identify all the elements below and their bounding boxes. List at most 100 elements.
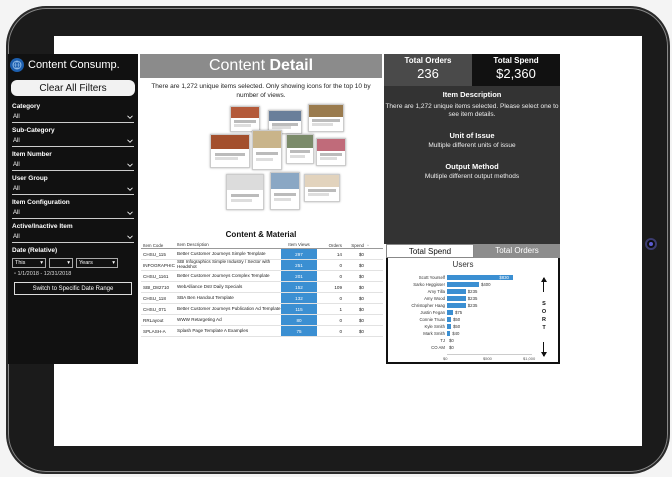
date-count-input[interactable]: ▾ xyxy=(49,258,73,268)
switch-date-range-button[interactable]: Switch to Specific Date Range xyxy=(14,282,132,295)
table-row[interactable]: SBI_D82710 WebAlliance Dstr Daily Special… xyxy=(141,282,383,293)
bar-category-label: Kyle Smith xyxy=(424,324,445,329)
tab-total-spend[interactable]: Total Spend xyxy=(386,244,474,258)
table-row[interactable]: CHSU_115 Better Customer Journeys Simple … xyxy=(141,249,383,260)
unit-of-issue-title: Unit of Issue xyxy=(449,131,495,140)
bar-category-label: Amy Tilla xyxy=(427,289,445,294)
bar[interactable] xyxy=(447,303,466,308)
bar[interactable] xyxy=(447,310,453,315)
bar-category-label: Amy Wood xyxy=(424,296,445,301)
top-item-thumbnails xyxy=(190,104,350,214)
content-material-title: Content & Material xyxy=(225,230,297,239)
chevron-down-icon: ▾ xyxy=(112,260,115,266)
item-details-panel: Item Description There are 1,272 unique … xyxy=(384,86,560,244)
metric-tabs: Total Spend Total Orders xyxy=(386,244,560,258)
item-orders: 0 xyxy=(339,262,342,268)
item-views: 80 xyxy=(281,315,317,325)
bar[interactable] xyxy=(447,282,479,287)
filter-dropdown[interactable]: All xyxy=(12,231,134,243)
item-thumbnail[interactable] xyxy=(210,134,250,168)
table-row[interactable]: RRLayout WWW Retargeting Ad 80 0 $0 xyxy=(141,315,383,326)
item-thumbnail[interactable] xyxy=(316,138,346,166)
table-row[interactable]: CHSU_1161 Better Customer Journeys Comple… xyxy=(141,271,383,282)
sort-up-arrow-icon[interactable] xyxy=(541,277,547,292)
item-thumbnail[interactable] xyxy=(308,104,344,132)
relative-date-controls: This ▾ ▾ Years ▾ xyxy=(8,258,138,268)
bar[interactable] xyxy=(447,296,466,301)
item-thumbnail[interactable] xyxy=(230,106,260,132)
content-material-table: Item Code Item Description Item Views Or… xyxy=(141,240,383,337)
filter-dropdown[interactable]: All xyxy=(12,135,134,147)
col-header[interactable]: Item Description xyxy=(177,243,281,248)
filter-user-group: User Group All xyxy=(8,174,138,195)
item-thumbnail[interactable] xyxy=(226,174,264,210)
item-views: 201 xyxy=(281,271,317,281)
item-description: WWW Retargeting Ad xyxy=(177,316,222,322)
bar-value-label: $75 xyxy=(455,310,463,315)
page-title: Content Detail xyxy=(140,54,382,78)
item-views: 251 xyxy=(281,260,317,270)
item-code: CHSU_118 xyxy=(143,295,166,301)
item-description: Better Customer Journeys Publication Ad … xyxy=(177,305,281,311)
col-header[interactable]: Spend xyxy=(345,243,367,248)
table-row[interactable]: SPLASH-A Splash Page Template A Examples 7… xyxy=(141,326,383,337)
total-orders-card: Total Orders 236 xyxy=(384,54,472,86)
filter-dropdown[interactable]: All xyxy=(12,207,134,219)
sort-letter: O xyxy=(541,309,547,315)
bar[interactable] xyxy=(447,324,451,329)
filter-dropdown[interactable]: All xyxy=(12,183,134,195)
col-header[interactable]: Item Views xyxy=(281,240,317,248)
users-chart-title: Users xyxy=(452,260,474,269)
filter-value: All xyxy=(13,137,20,144)
clear-all-filters-button[interactable]: Clear All Filters xyxy=(11,80,135,96)
bar-category-label: TJ xyxy=(440,338,445,343)
bar-value-label: $40 xyxy=(452,331,460,336)
output-method-title: Output Method xyxy=(445,162,499,171)
date-range-text: ▫ 1/1/2018 - 12/31/2018 xyxy=(8,268,138,277)
date-mode-value: This xyxy=(15,260,26,266)
item-thumbnail[interactable] xyxy=(252,130,282,170)
item-description-title: Item Description xyxy=(442,90,502,99)
item-thumbnail[interactable] xyxy=(304,174,340,202)
chevron-down-icon xyxy=(127,187,133,191)
bar-value-label: $400 xyxy=(481,282,491,287)
item-spend: $0 xyxy=(358,328,364,334)
scrollbar[interactable]: ^ xyxy=(367,243,377,248)
filter-label: Category xyxy=(12,103,41,110)
item-spend: $0 xyxy=(358,251,364,257)
chevron-down-icon: ▾ xyxy=(40,260,43,266)
sort-control[interactable]: SORT xyxy=(540,277,552,357)
col-header[interactable]: Orders xyxy=(317,243,345,248)
item-views: 115 xyxy=(281,304,317,314)
table-row[interactable]: CHSU_118 SBA Ben Handout Template 132 0 $0 xyxy=(141,293,383,304)
tab-total-orders[interactable]: Total Orders xyxy=(474,244,560,258)
bar-value-label: $0 xyxy=(449,338,454,343)
item-code: CHSU_071 xyxy=(143,306,167,312)
sort-down-arrow-icon[interactable] xyxy=(541,342,547,357)
table-row[interactable]: CHSU_071 Better Customer Journeys Publica… xyxy=(141,304,383,315)
item-spend: $0 xyxy=(358,306,364,312)
bar[interactable] xyxy=(447,331,451,336)
bar[interactable] xyxy=(447,317,451,322)
col-header[interactable]: Item Code xyxy=(141,243,177,248)
chevron-down-icon xyxy=(127,235,133,239)
page-title-bold: Detail xyxy=(269,57,314,74)
bar-category-label: Mark Smith xyxy=(423,331,445,336)
x-tick-label: $500 xyxy=(483,356,492,361)
filter-dropdown[interactable]: All xyxy=(12,159,134,171)
item-spend: $0 xyxy=(358,273,364,279)
bar-value-label: $235 xyxy=(467,289,478,294)
filter-dropdown[interactable]: All xyxy=(12,111,134,123)
table-header: Item Code Item Description Item Views Or… xyxy=(141,240,383,249)
bar[interactable] xyxy=(447,289,466,294)
item-thumbnail[interactable] xyxy=(270,172,300,210)
filter-label: Item Configuration xyxy=(12,199,70,206)
sort-label: SORT xyxy=(540,300,548,332)
date-unit-dropdown[interactable]: Years ▾ xyxy=(76,258,118,268)
total-spend-label: Total Spend xyxy=(493,56,539,65)
item-thumbnail[interactable] xyxy=(286,134,314,164)
table-row[interactable]: INFOGRAPHIC SBI Infographics Simple Indus… xyxy=(141,260,383,271)
date-mode-dropdown[interactable]: This ▾ xyxy=(12,258,46,268)
filter-value: All xyxy=(13,161,20,168)
filter-value: All xyxy=(13,209,20,216)
